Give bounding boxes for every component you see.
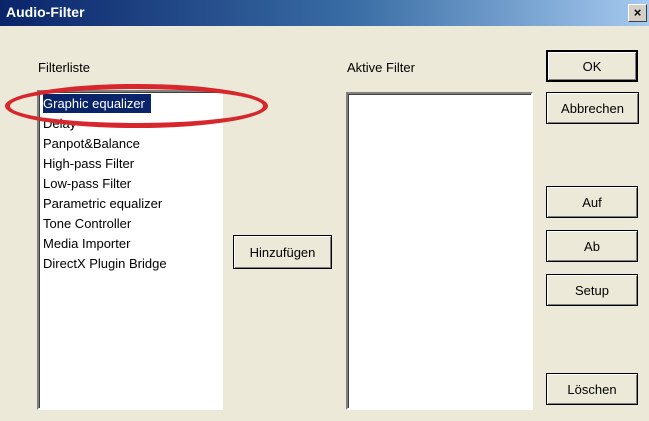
cancel-button[interactable]: Abbrechen	[546, 92, 639, 124]
active-filter-label: Aktive Filter	[347, 60, 415, 75]
active-filter-listbox[interactable]	[346, 92, 533, 410]
filter-listbox[interactable]: Graphic equalizer Delay Panpot&Balance H…	[37, 90, 223, 410]
list-item[interactable]: Delay	[43, 114, 76, 133]
down-button[interactable]: Ab	[546, 230, 638, 262]
add-button[interactable]: Hinzufügen	[233, 235, 332, 269]
list-item[interactable]: Media Importer	[43, 234, 130, 253]
list-item[interactable]: Parametric equalizer	[43, 194, 162, 213]
up-button[interactable]: Auf	[546, 186, 638, 218]
list-item[interactable]: High-pass Filter	[43, 154, 134, 173]
title-bar[interactable]: Audio-Filter ×	[0, 0, 649, 26]
list-item[interactable]: Panpot&Balance	[43, 134, 140, 153]
list-item[interactable]: DirectX Plugin Bridge	[43, 254, 167, 273]
setup-button[interactable]: Setup	[546, 274, 638, 306]
window-title: Audio-Filter	[6, 4, 85, 20]
close-icon[interactable]: ×	[628, 4, 647, 22]
list-item[interactable]: Graphic equalizer	[43, 94, 151, 113]
delete-button[interactable]: Löschen	[546, 373, 638, 405]
list-item[interactable]: Tone Controller	[43, 214, 131, 233]
audio-filter-dialog: Audio-Filter × Filterliste Graphic equal…	[0, 0, 649, 421]
list-item[interactable]: Low-pass Filter	[43, 174, 131, 193]
ok-button[interactable]: OK	[546, 50, 638, 82]
filter-list-label: Filterliste	[38, 60, 91, 75]
